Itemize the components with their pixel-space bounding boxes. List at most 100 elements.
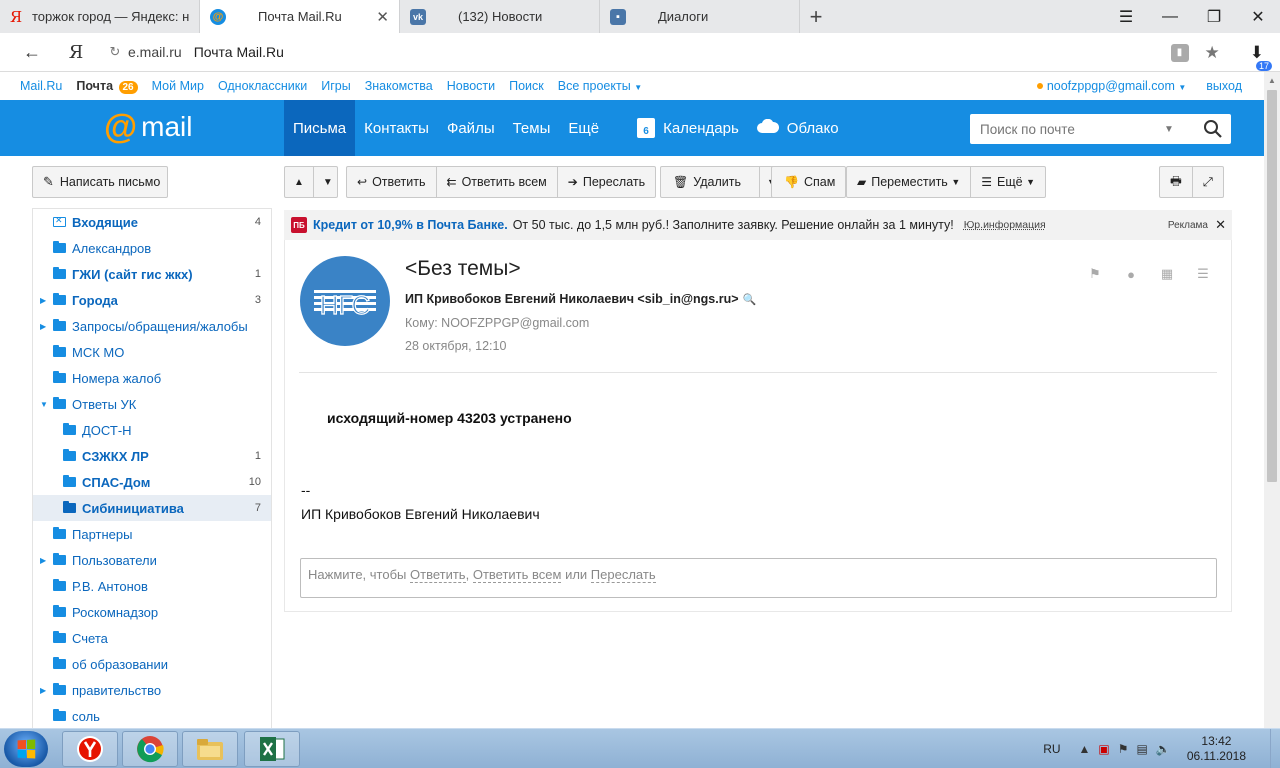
forward-button[interactable]: ➔ Переслать [558,167,655,197]
portal-link-moymir[interactable]: Мой Мир [152,79,204,93]
tab-mail[interactable]: @ Почта Mail.Ru ✕ [200,0,400,33]
restore-icon[interactable]: ❐ [1192,0,1236,33]
clock[interactable]: 13:42 06.11.2018 [1187,734,1246,764]
menu-icon[interactable]: ☰ [1193,266,1213,282]
folder-item[interactable]: МСК МО [33,339,271,365]
close-window-icon[interactable]: ✕ [1236,0,1280,33]
download-icon[interactable]: ⬇ 17 [1250,43,1272,71]
taskbar-chrome[interactable] [122,731,178,767]
quick-reply-all-link[interactable]: Ответить всем [472,567,562,583]
more-actions-button[interactable]: ☰ Ещё ▼ [971,167,1045,197]
folder-item[interactable]: СПАС-Дом 10 [33,469,271,495]
folder-item[interactable]: Номера жалоб [33,365,271,391]
folder-item[interactable]: соль [33,703,271,728]
folder-item[interactable]: ▶ Города 3 [33,287,271,313]
expand-arrow-icon[interactable]: ▶ [40,686,46,695]
portal-link-games[interactable]: Игры [321,79,350,93]
flag-icon[interactable]: ⚑ [1085,266,1105,282]
bookmark-star-icon[interactable]: ★ [1205,43,1220,63]
folder-item[interactable]: Счета [33,625,271,651]
next-letter-button[interactable]: ▼ [314,167,342,197]
move-button[interactable]: ▰ Переместить ▼ [847,167,972,197]
reply-all-button[interactable]: ⇇ Ответить всем [437,167,558,197]
expand-arrow-icon[interactable]: ▶ [40,556,46,565]
url-page-title[interactable]: Почта Mail.Ru [194,44,284,60]
portal-link-news[interactable]: Новости [447,79,495,93]
action-center-flag-icon[interactable]: ⚑ [1118,742,1129,756]
spam-button[interactable]: 👎 Спам [771,166,847,198]
taskbar-yandex-browser[interactable] [62,731,118,767]
portal-link-all-projects[interactable]: Все проекты ▼ [558,79,642,93]
sender-avatar[interactable]: НГС [300,256,390,346]
nav-cloud[interactable]: Облако [748,100,848,156]
scroll-up-arrow-icon[interactable]: ▲ [1264,72,1280,88]
message-sender[interactable]: ИП Кривобоков Евгений Николаевич <sib_in… [405,292,756,306]
collapse-arrow-icon[interactable]: ▼ [40,400,48,409]
expand-arrow-icon[interactable]: ▶ [40,296,46,305]
folder-item[interactable]: ▶ Запросы/обращения/жалобы [33,313,271,339]
folder-item[interactable]: Партнеры [33,521,271,547]
portal-link-dating[interactable]: Знакомства [365,79,433,93]
folder-item[interactable]: ДОСТ-Н [33,417,271,443]
language-indicator[interactable]: RU [1043,742,1060,756]
quick-reply-link[interactable]: Ответить [410,567,466,583]
ad-banner[interactable]: ПБ Кредит от 10,9% в Почта Банке. От 50 … [284,210,1232,240]
ad-legal-link[interactable]: Юр.информация [964,219,1046,231]
search-input[interactable] [970,121,1160,137]
close-ad-icon[interactable]: ✕ [1215,217,1226,233]
new-tab-plus-icon[interactable]: + [800,0,832,33]
quick-reply-box[interactable]: Нажмите, чтобы Ответить, Ответить всем и… [300,558,1217,598]
print-button[interactable]: 🖶 [1160,167,1193,197]
start-button[interactable] [4,731,48,767]
page-scrollbar[interactable]: ▲ [1264,72,1280,728]
folder-item[interactable]: ▼ Ответы УК [33,391,271,417]
back-arrow-icon[interactable]: ← [10,42,54,63]
nav-letters[interactable]: Письма [284,100,356,156]
quick-forward-link[interactable]: Переслать [590,567,656,583]
tab-dialogs[interactable]: ▪ Диалоги [600,0,800,33]
volume-icon[interactable]: 🔈 [1156,742,1171,756]
folder-item[interactable]: Р.В. Антонов [33,573,271,599]
nav-calendar[interactable]: 6 Календарь [628,100,748,156]
nav-themes[interactable]: Темы [504,100,560,156]
close-tab-icon[interactable]: ✕ [376,8,389,26]
portal-link-search[interactable]: Поиск [509,79,544,93]
scrollbar-thumb[interactable] [1267,90,1277,482]
logout-link[interactable]: выход [1206,79,1242,93]
yandex-logo-icon[interactable]: Я [62,42,90,63]
hamburger-menu-icon[interactable]: ☰ [1104,0,1148,33]
folder-item[interactable]: об образовании [33,651,271,677]
folder-item[interactable]: СЗЖКХ ЛР 1 [33,443,271,469]
search-icon[interactable] [1203,119,1223,139]
tab-vk-news[interactable]: vk (132) Новости [400,0,600,33]
prev-letter-button[interactable]: ▲ [285,167,314,197]
unread-dot-icon[interactable]: ● [1121,266,1141,282]
reload-icon[interactable]: ↻ [104,44,126,60]
tab-yandex-search[interactable]: Я торжок город — Яндекс: на [0,0,200,33]
antivirus-tray-icon[interactable]: ▣ [1098,742,1109,756]
folder-item[interactable]: ▶ правительство [33,677,271,703]
taskbar-excel[interactable] [244,731,300,767]
folder-inbox[interactable]: Входящие 4 [33,209,271,235]
network-icon[interactable]: ▤ [1137,742,1148,756]
folder-item[interactable]: ГЖИ (сайт гис жкх) 1 [33,261,271,287]
portal-link-pochta[interactable]: Почта 26 [76,79,138,94]
folder-item[interactable]: Александров [33,235,271,261]
compose-button[interactable]: ✎ Написать письмо [32,166,168,198]
ad-title[interactable]: Кредит от 10,9% в Почта Банке. [313,218,508,232]
url-host[interactable]: e.mail.ru [128,44,182,60]
nav-files[interactable]: Файлы [438,100,504,156]
lock-icon[interactable]: ▮ [1170,43,1189,62]
search-options-chevron-icon[interactable]: ▼ [1164,124,1174,135]
show-desktop-button[interactable] [1270,729,1280,768]
portal-link-ok[interactable]: Одноклассники [218,79,307,93]
reply-button[interactable]: ↩ Ответить [347,167,437,197]
expand-view-button[interactable]: ⤢ [1193,167,1223,197]
folder-item[interactable]: Роскомнадзор [33,599,271,625]
portal-link-mailru[interactable]: Mail.Ru [20,79,62,93]
taskbar-explorer[interactable] [182,731,238,767]
tray-expand-icon[interactable]: ▲ [1079,742,1091,756]
folder-item-selected[interactable]: Сибинициатива 7 [33,495,271,521]
minimize-icon[interactable]: — [1148,0,1192,33]
nav-contacts[interactable]: Контакты [355,100,438,156]
